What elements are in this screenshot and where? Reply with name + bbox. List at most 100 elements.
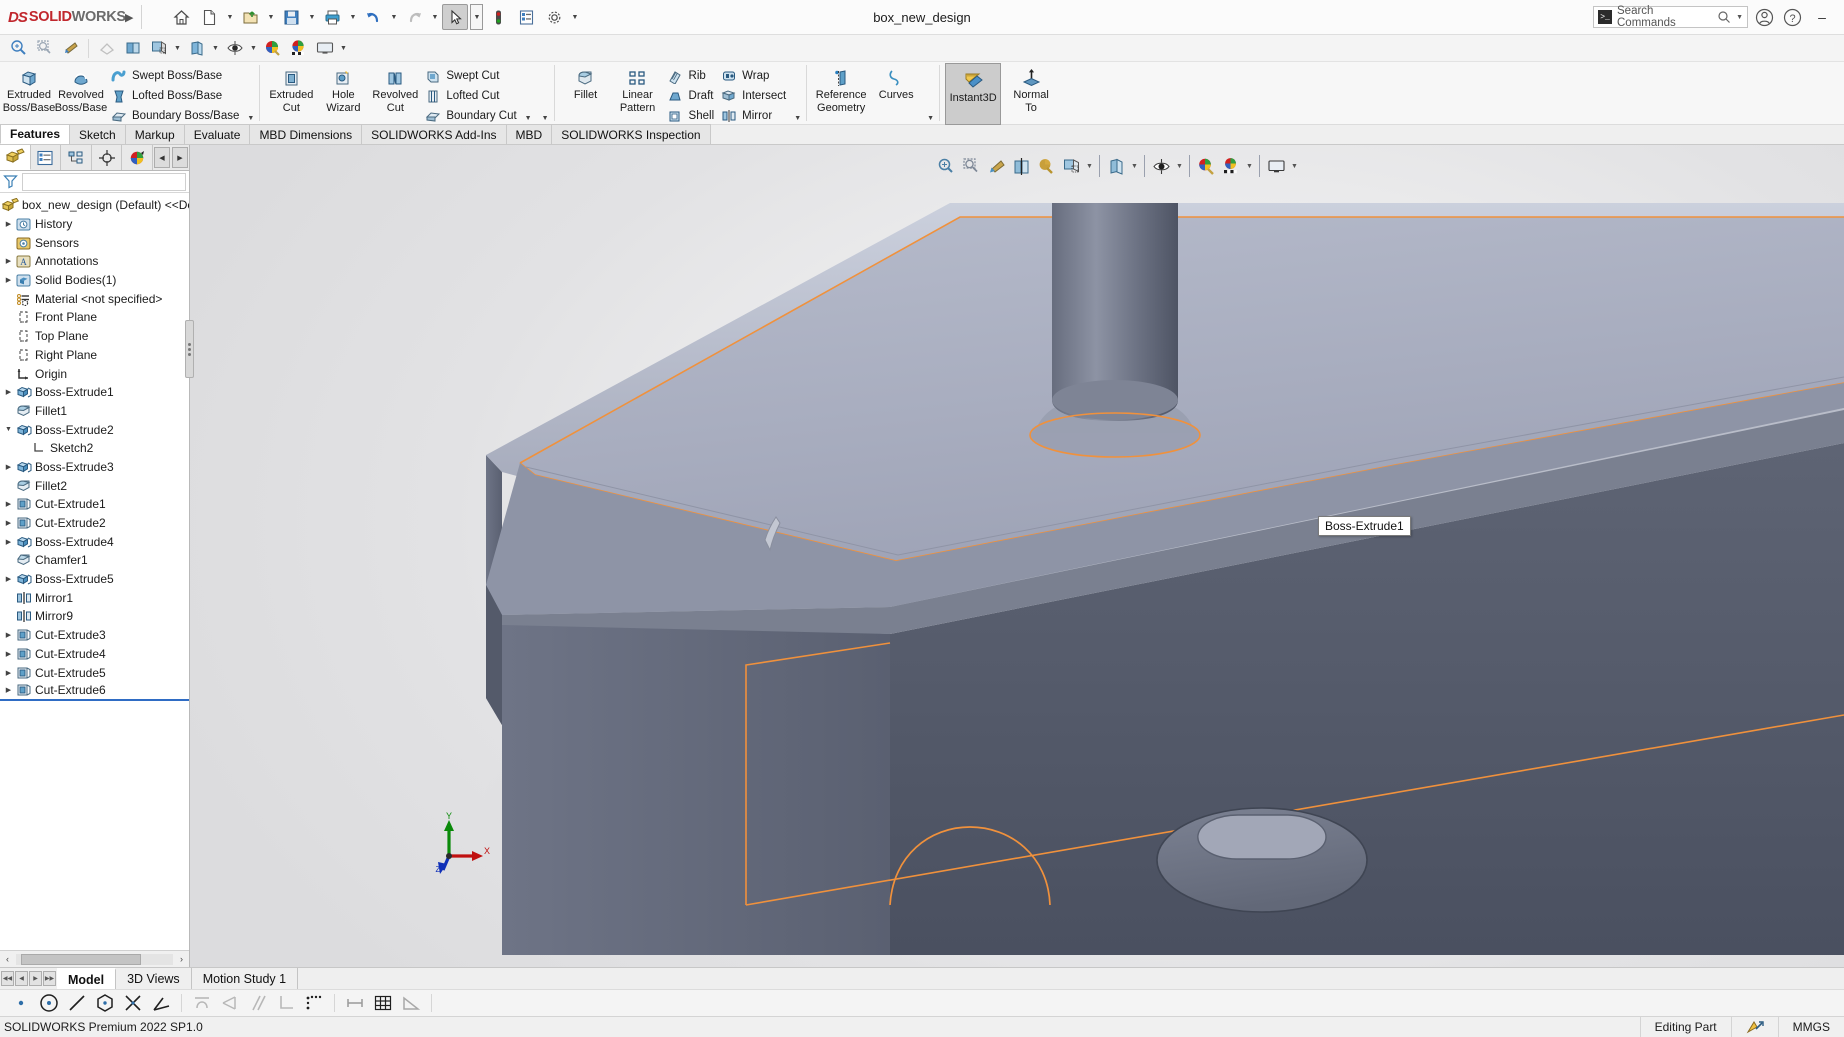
tab-features[interactable]: Features: [0, 124, 71, 144]
view-orientation-icon[interactable]: [120, 37, 145, 60]
hide-show-hud-icon[interactable]: [1149, 153, 1174, 179]
zoom-to-fit-icon[interactable]: [6, 37, 31, 60]
point-tool-icon[interactable]: [8, 992, 34, 1015]
twisty-collapsed-icon[interactable]: ▶: [2, 575, 15, 583]
save-button[interactable]: [278, 4, 304, 30]
smart-dimension-icon[interactable]: [342, 992, 368, 1015]
search-input[interactable]: Search Commands: [1617, 5, 1712, 29]
tree-item-cut-extrude6[interactable]: ▶ Cut-Extrude6: [0, 682, 189, 701]
apply-appearance-hud-icon[interactable]: [1194, 153, 1219, 179]
draft-button[interactable]: Draft: [664, 86, 718, 105]
minimize-button[interactable]: –: [1808, 5, 1836, 29]
bottom-tab-prev-button[interactable]: ◀: [15, 971, 28, 986]
twisty-expanded-icon[interactable]: ▼: [2, 426, 15, 433]
twisty-collapsed-icon[interactable]: ▶: [2, 519, 15, 527]
revolved-boss-base-button[interactable]: Revolved Boss/Base: [55, 63, 107, 115]
tab-sketch[interactable]: Sketch: [69, 124, 126, 144]
tree-item-cut-extrude3[interactable]: ▶ Cut-Extrude3: [0, 626, 189, 645]
tree-item-boss-extrude4[interactable]: ▶ Boss-Extrude4: [0, 532, 189, 551]
options-gear-button[interactable]: [541, 4, 567, 30]
feature-manager-tab-prev[interactable]: ◀: [154, 147, 170, 168]
hide-show-caret-icon[interactable]: ▼: [210, 37, 221, 60]
display-style-hud-caret-icon[interactable]: ▼: [1129, 153, 1140, 179]
boundary-cut-button[interactable]: Boundary Cut: [421, 106, 519, 125]
edit-appearance-hud-icon[interactable]: [1034, 153, 1059, 179]
user-account-button[interactable]: [1752, 5, 1776, 29]
redo-caret-icon[interactable]: ▼: [429, 4, 440, 30]
menu-expand-arrow-icon[interactable]: ▶: [125, 11, 133, 24]
swept-boss-base-button[interactable]: Swept Boss/Base: [107, 66, 242, 85]
view-settings-hud-icon[interactable]: [1264, 153, 1289, 179]
section-view-disabled-icon[interactable]: [94, 37, 119, 60]
tree-item-sensors[interactable]: Sensors: [0, 233, 189, 252]
view-display-caret-icon[interactable]: ▼: [338, 37, 349, 60]
boundary-boss-base-button[interactable]: Boundary Boss/Base: [107, 106, 242, 125]
revolved-cut-button[interactable]: Revolved Cut: [369, 63, 421, 115]
line-tool-icon[interactable]: [64, 992, 90, 1015]
parallel-relation-icon[interactable]: [245, 992, 271, 1015]
twisty-collapsed-icon[interactable]: ▶: [2, 650, 15, 658]
tree-item-top-plane[interactable]: Top Plane: [0, 327, 189, 346]
open-document-button[interactable]: [237, 4, 263, 30]
hide-show-hud-caret-icon[interactable]: ▼: [1174, 153, 1185, 179]
twisty-collapsed-icon[interactable]: ▶: [2, 500, 15, 508]
zoom-to-area-icon[interactable]: [32, 37, 57, 60]
grid-icon[interactable]: [370, 992, 396, 1015]
curves-button[interactable]: Curves: [870, 63, 922, 102]
collinear-relation-icon[interactable]: [301, 992, 327, 1015]
previous-view-hud-icon[interactable]: [984, 153, 1009, 179]
twisty-collapsed-icon[interactable]: ▶: [2, 220, 15, 228]
tree-item-front-plane[interactable]: Front Plane: [0, 308, 189, 327]
property-manager-tab[interactable]: [31, 145, 62, 170]
configuration-manager-tab[interactable]: [61, 145, 92, 170]
undo-button[interactable]: [360, 4, 386, 30]
tree-item-right-plane[interactable]: Right Plane: [0, 346, 189, 365]
select-caret-icon[interactable]: ▼: [470, 4, 484, 30]
tree-item-annotations[interactable]: ▶ A Annotations: [0, 252, 189, 271]
tree-item-boss-extrude5[interactable]: ▶ Boss-Extrude5: [0, 570, 189, 589]
lofted-cut-button[interactable]: Lofted Cut: [421, 86, 519, 105]
search-caret-icon[interactable]: ▼: [1736, 14, 1743, 21]
zoom-to-area-hud-icon[interactable]: [959, 153, 984, 179]
feature-tree-filter-input[interactable]: [22, 172, 186, 191]
rebuild-button[interactable]: [485, 4, 511, 30]
cut-group-caret-icon[interactable]: ▼: [520, 115, 537, 124]
display-style-icon[interactable]: [146, 37, 171, 60]
tree-item-solid-bodies[interactable]: ▶ Solid Bodies(1): [0, 271, 189, 290]
bottom-tab-3d-views[interactable]: 3D Views: [116, 968, 192, 989]
tree-item-fillet1[interactable]: Fillet1: [0, 402, 189, 421]
view-orientation-hud-caret-icon[interactable]: ▼: [1084, 153, 1095, 179]
twisty-collapsed-icon[interactable]: ▶: [2, 276, 15, 284]
reference-geometry-button[interactable]: Reference Geometry: [812, 63, 870, 115]
print-button[interactable]: [319, 4, 345, 30]
tree-item-origin[interactable]: Origin: [0, 364, 189, 383]
intersect-button[interactable]: Intersect: [717, 86, 789, 105]
new-document-caret-icon[interactable]: ▼: [224, 4, 235, 30]
feature-tree-hscrollbar[interactable]: ‹ ›: [0, 950, 189, 967]
perpendicular-relation-icon[interactable]: [273, 992, 299, 1015]
wrap-button[interactable]: Wrap: [717, 66, 789, 85]
twisty-collapsed-icon[interactable]: ▶: [2, 538, 15, 546]
apply-scene-hud-icon[interactable]: [1219, 153, 1244, 179]
redo-button[interactable]: [401, 4, 427, 30]
tree-item-cut-extrude4[interactable]: ▶ Cut-Extrude4: [0, 645, 189, 664]
rib-button[interactable]: Rib: [664, 66, 718, 85]
tangent-relation-icon[interactable]: [189, 992, 215, 1015]
zoom-to-fit-hud-icon[interactable]: [934, 153, 959, 179]
select-cursor-button[interactable]: [442, 4, 469, 30]
view-settings-caret-icon[interactable]: ▼: [248, 37, 259, 60]
shell-button[interactable]: Shell: [664, 106, 718, 125]
polygon-tool-icon[interactable]: [92, 992, 118, 1015]
previous-view-icon[interactable]: [58, 37, 83, 60]
circle-tool-icon[interactable]: [36, 992, 62, 1015]
bottom-tab-next-button[interactable]: ▶: [29, 971, 42, 986]
instant3d-button[interactable]: Instant3D: [945, 63, 1002, 125]
tree-item-sketch2[interactable]: Sketch2: [0, 439, 189, 458]
search-commands-box[interactable]: >_ Search Commands ▼: [1593, 5, 1748, 29]
features-group-caret-icon[interactable]: ▼: [789, 115, 806, 124]
tolerance-status-icon[interactable]: [1730, 1016, 1778, 1037]
tree-item-boss-extrude1[interactable]: ▶ Boss-Extrude1: [0, 383, 189, 402]
view-settings-hud-caret-icon[interactable]: ▼: [1289, 153, 1300, 179]
tab-mbd[interactable]: MBD: [505, 124, 553, 144]
normal-to-button[interactable]: Normal To: [1005, 63, 1057, 115]
